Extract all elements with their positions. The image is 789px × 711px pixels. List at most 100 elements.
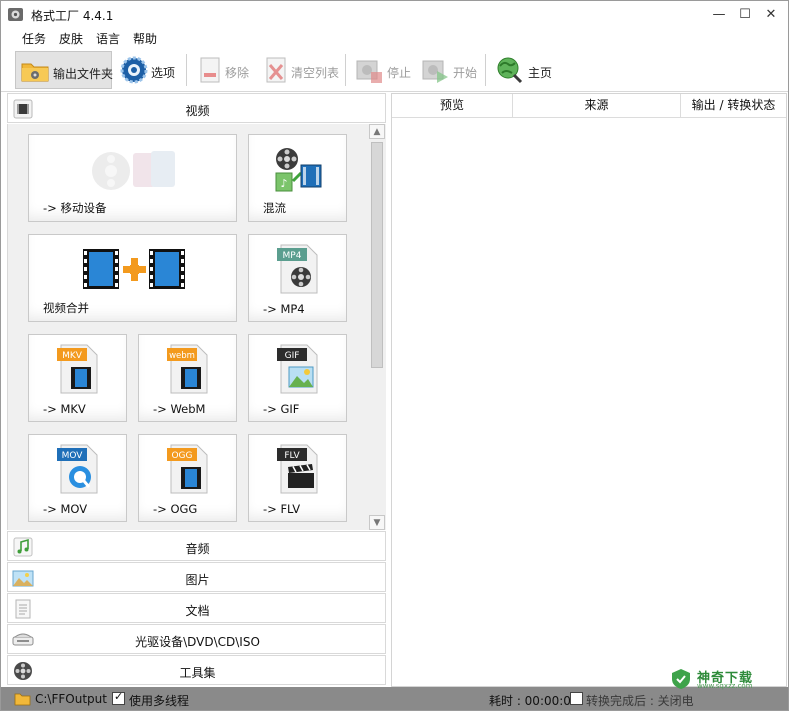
toolbar-separator (186, 54, 187, 86)
flv-file-icon: FLV (277, 444, 318, 494)
menu-help[interactable]: 帮助 (133, 30, 157, 47)
column-output-status[interactable]: 输出 / 转换状态 (681, 94, 786, 118)
column-source[interactable]: 来源 (513, 94, 681, 118)
video-merge-icon (83, 249, 185, 289)
watermark-logo-icon (672, 669, 690, 689)
home-button[interactable]: 主页 (490, 51, 554, 89)
window-title: 格式工厂 4.4.1 (31, 9, 114, 23)
category-tools-label: 工具集 (179, 666, 216, 680)
webm-file-icon: webm (167, 344, 208, 394)
category-disc-label: 光驱设备\DVD\CD\ISO (135, 635, 260, 649)
video-grid-scrollbar[interactable]: ▲ ▼ (369, 124, 385, 530)
gif-badge-text: GIF (285, 351, 300, 361)
mov-badge-text: MOV (62, 451, 84, 461)
tile-flv[interactable]: FLV -> FLV (248, 434, 347, 522)
menu-task[interactable]: 任务 (22, 30, 46, 47)
stop-icon (356, 60, 382, 83)
tile-ogg-label: -> OGG (153, 502, 198, 516)
tile-mov[interactable]: MOV -> MOV (28, 434, 127, 522)
stop-button[interactable]: 停止 (350, 51, 412, 89)
tile-video-merge-label: 视频合并 (43, 301, 89, 315)
mp4-badge-text: MP4 (283, 251, 302, 261)
tile-mux[interactable]: ♪ 混流 (248, 134, 347, 222)
scroll-up-arrow-icon[interactable]: ▲ (369, 124, 385, 139)
menu-bar: 任务 皮肤 语言 帮助 (1, 29, 788, 47)
category-tools[interactable]: 工具集 (7, 655, 386, 685)
output-folder-icon[interactable] (14, 691, 31, 706)
watermark: 神奇下载 www.sqxzz.com (669, 665, 787, 693)
mux-icon: ♪ (275, 148, 322, 192)
tile-mov-label: -> MOV (43, 502, 88, 516)
category-audio-label: 音频 (185, 542, 210, 556)
multithread-checkbox[interactable] (112, 690, 125, 705)
tile-video-merge[interactable]: 视频合并 (28, 234, 237, 322)
tile-webm[interactable]: webm -> WebM (138, 334, 237, 422)
tile-gif[interactable]: GIF -> GIF (248, 334, 347, 422)
mobile-device-icon (92, 151, 175, 190)
tile-mkv-label: -> MKV (43, 402, 86, 416)
tile-mp4[interactable]: MP4 -> MP4 (248, 234, 347, 322)
after-convert-checkbox[interactable] (570, 692, 583, 705)
svg-text:♪: ♪ (280, 177, 287, 190)
minimize-button[interactable]: — (706, 3, 732, 27)
webm-badge-text: webm (169, 351, 195, 361)
folder-icon (21, 63, 49, 82)
start-button[interactable]: 开始 (416, 51, 478, 89)
close-button[interactable]: ✕ (758, 3, 784, 27)
maximize-button[interactable]: ☐ (732, 3, 758, 27)
category-picture-label: 图片 (185, 573, 210, 587)
after-convert-label: 转换完成后 : 关闭电 (586, 694, 694, 708)
options-gear-icon (120, 56, 148, 84)
menu-language[interactable]: 语言 (96, 30, 120, 47)
stop-label: 停止 (387, 66, 412, 80)
menu-skin[interactable]: 皮肤 (59, 30, 83, 47)
column-preview[interactable]: 预览 (392, 94, 513, 118)
category-picture[interactable]: 图片 (7, 562, 386, 592)
category-document-label: 文档 (185, 604, 210, 618)
tile-gif-label: -> GIF (263, 402, 300, 416)
options-label: 选项 (151, 66, 176, 80)
start-label: 开始 (453, 66, 478, 80)
tile-mux-label: 混流 (263, 201, 286, 215)
start-icon (422, 60, 448, 83)
toolbar: 输出文件夹 选项 移除 清空列表 停止 开始 主页 (1, 48, 788, 92)
scroll-down-arrow-icon[interactable]: ▼ (369, 515, 385, 530)
category-panel: 视频 -> 移动设备 ♪ 混流 视频合并 MP4 -> MP4 MKV -> M… (7, 93, 386, 687)
category-disc[interactable]: 光驱设备\DVD\CD\ISO (7, 624, 386, 654)
scrollbar-thumb[interactable] (371, 142, 383, 368)
clear-list-button[interactable]: 清空列表 (257, 51, 341, 89)
tile-ogg[interactable]: OGG -> OGG (138, 434, 237, 522)
category-video-label: 视频 (185, 104, 210, 118)
app-window: 格式工厂 4.4.1 — ☐ ✕ 任务 皮肤 语言 帮助 输出文件夹 选项 移除… (0, 0, 789, 711)
ogg-file-icon: OGG (167, 444, 208, 494)
output-folder-label: 输出文件夹 (53, 67, 114, 81)
mkv-badge-text: MKV (62, 351, 83, 361)
category-video[interactable]: 视频 (7, 93, 386, 123)
multithread-label: 使用多线程 (129, 694, 190, 708)
watermark-url: www.sqxzz.com (697, 682, 753, 690)
category-document[interactable]: 文档 (7, 593, 386, 623)
tile-mp4-label: -> MP4 (263, 302, 305, 316)
output-path[interactable]: C:\FFOutput (35, 692, 107, 706)
tile-mkv[interactable]: MKV -> MKV (28, 334, 127, 422)
output-folder-button[interactable]: 输出文件夹 (15, 51, 114, 89)
clear-list-label: 清空列表 (291, 66, 340, 80)
elapsed-time: 耗时 : 00:00:00 (489, 694, 579, 708)
remove-button[interactable]: 移除 (191, 51, 253, 89)
tile-webm-label: -> WebM (153, 402, 206, 416)
remove-doc-icon (200, 57, 220, 83)
remove-label: 移除 (225, 66, 250, 80)
ogg-badge-text: OGG (171, 451, 192, 461)
home-label: 主页 (528, 66, 553, 80)
options-button[interactable]: 选项 (115, 51, 179, 89)
toolbar-separator (485, 54, 486, 86)
title-bar: 格式工厂 4.4.1 — ☐ ✕ (1, 1, 788, 29)
task-list-panel: 预览 来源 输出 / 转换状态 (391, 93, 787, 687)
tile-flv-label: -> FLV (263, 502, 301, 516)
video-format-grid: -> 移动设备 ♪ 混流 视频合并 MP4 -> MP4 MKV -> MKV … (7, 124, 386, 530)
home-globe-icon (497, 57, 523, 84)
category-audio[interactable]: 音频 (7, 531, 386, 561)
tile-mobile-device-label: -> 移动设备 (43, 201, 107, 215)
tile-mobile-device[interactable]: -> 移动设备 (28, 134, 237, 222)
toolbar-separator (345, 54, 346, 86)
